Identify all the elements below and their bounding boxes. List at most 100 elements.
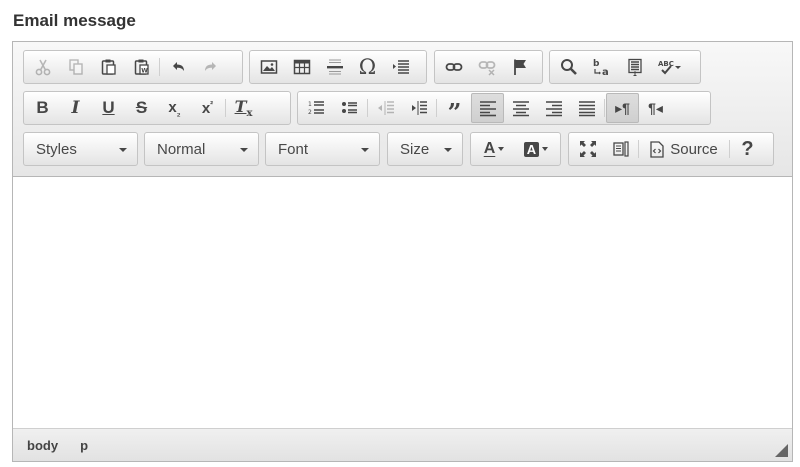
toolbar-separator <box>367 99 368 117</box>
horizontal-line-button[interactable] <box>318 52 351 82</box>
table-icon <box>293 59 310 75</box>
outdent-button[interactable] <box>369 93 402 123</box>
styles-dropdown[interactable]: Styles <box>23 132 138 166</box>
justify-button[interactable] <box>570 93 603 123</box>
toolbar-separator <box>159 58 160 76</box>
table-button[interactable] <box>285 52 318 82</box>
show-blocks-icon <box>612 141 629 157</box>
align-right-icon <box>545 101 562 117</box>
ltr-button[interactable]: ▸¶ <box>606 93 639 123</box>
font-dropdown[interactable]: Font <box>265 132 380 166</box>
justify-icon <box>578 101 595 117</box>
paste-button[interactable] <box>92 52 125 82</box>
bold-button[interactable]: B <box>26 93 59 123</box>
cut-button[interactable] <box>26 52 59 82</box>
redo-icon <box>204 62 216 71</box>
blockquote-button[interactable]: ” <box>438 93 471 127</box>
bulleted-list-icon <box>341 102 357 114</box>
toolbar-separator <box>638 140 639 158</box>
insert-group: Ω <box>249 50 427 84</box>
rtl-icon: ¶◂ <box>648 99 663 116</box>
chevron-down-icon <box>240 148 248 152</box>
replace-button[interactable]: ba <box>585 52 618 82</box>
field-label: Email message <box>13 11 136 30</box>
help-icon: ? <box>741 137 754 160</box>
indent-button[interactable] <box>402 93 435 123</box>
chevron-down-icon <box>361 148 369 152</box>
unlink-button[interactable] <box>470 52 503 82</box>
editing-group: ba ABC <box>549 50 701 84</box>
links-group <box>434 50 543 84</box>
paste-from-word-button[interactable]: W <box>125 52 158 82</box>
source-button-label: Source <box>670 140 718 158</box>
svg-text:2: 2 <box>308 109 312 116</box>
anchor-button[interactable] <box>503 52 536 82</box>
spellcheck-button[interactable]: ABC <box>651 52 689 82</box>
unlink-icon <box>478 61 495 76</box>
show-blocks-button[interactable] <box>604 134 637 164</box>
maximize-button[interactable] <box>571 134 604 164</box>
link-button[interactable] <box>437 52 470 82</box>
horizontal-line-icon <box>326 59 343 75</box>
numbered-list-button[interactable]: 12 <box>300 93 333 123</box>
underline-button[interactable]: U <box>92 93 125 123</box>
ltr-icon: ▸¶ <box>615 99 630 116</box>
toolbar-separator <box>225 99 226 117</box>
svg-text:W: W <box>141 68 148 75</box>
maximize-icon <box>579 141 596 157</box>
editor-path-bar: body p <box>13 428 792 461</box>
select-all-icon <box>627 58 642 76</box>
select-all-button[interactable] <box>618 52 651 82</box>
strike-button[interactable]: S <box>125 93 158 123</box>
resize-handle-icon[interactable] <box>775 444 788 457</box>
remove-format-icon: Tx <box>234 96 253 120</box>
source-button[interactable]: Source <box>640 134 728 164</box>
size-dropdown-label: Size <box>400 140 430 158</box>
indent-icon <box>411 101 427 115</box>
page-break-button[interactable] <box>384 52 417 82</box>
find-button[interactable] <box>552 52 585 82</box>
special-char-button[interactable]: Ω <box>351 52 384 82</box>
svg-text:1: 1 <box>308 101 312 108</box>
clipboard-group: W <box>23 50 243 84</box>
text-color-button[interactable]: A <box>473 134 515 164</box>
svg-text:a: a <box>602 67 609 77</box>
align-center-button[interactable] <box>504 93 537 123</box>
align-left-button[interactable] <box>471 93 504 123</box>
rtl-button[interactable]: ¶◂ <box>639 93 672 123</box>
paragraph-group: 12 ” ▸¶ ¶◂ <box>297 91 711 125</box>
undo-button[interactable] <box>161 52 194 82</box>
replace-icon: ba <box>593 59 609 77</box>
path-item-body[interactable]: body <box>23 436 62 455</box>
chevron-down-icon <box>119 148 127 152</box>
toolbar-separator <box>604 99 605 117</box>
copy-button[interactable] <box>59 52 92 82</box>
path-item-p[interactable]: p <box>76 436 92 455</box>
subscript-button[interactable]: x₂ <box>158 93 191 123</box>
toolbar-separator <box>436 99 437 117</box>
image-button[interactable] <box>252 52 285 82</box>
italic-button[interactable]: I <box>59 93 92 123</box>
copy-icon <box>68 59 83 75</box>
superscript-button[interactable]: x² <box>191 93 224 123</box>
bulleted-list-button[interactable] <box>333 93 366 123</box>
cut-icon <box>35 59 50 76</box>
remove-format-button[interactable]: Tx <box>227 93 260 123</box>
styles-dropdown-label: Styles <box>36 140 77 158</box>
chevron-down-icon <box>444 148 452 152</box>
spellcheck-icon: ABC <box>658 60 681 75</box>
bg-color-button[interactable]: A <box>515 134 557 164</box>
page-break-icon <box>392 60 409 74</box>
redo-button[interactable] <box>194 52 227 82</box>
align-left-icon <box>479 101 496 117</box>
paste-from-word-icon: W <box>134 59 149 75</box>
size-dropdown[interactable]: Size <box>387 132 463 166</box>
source-icon <box>650 140 664 158</box>
bg-color-icon: A <box>523 141 540 157</box>
editor-content-area[interactable] <box>13 178 792 428</box>
format-dropdown[interactable]: Normal <box>144 132 259 166</box>
blockquote-icon: ” <box>447 98 462 127</box>
align-right-button[interactable] <box>537 93 570 123</box>
help-button[interactable]: ? <box>731 134 764 164</box>
font-dropdown-label: Font <box>278 140 309 158</box>
